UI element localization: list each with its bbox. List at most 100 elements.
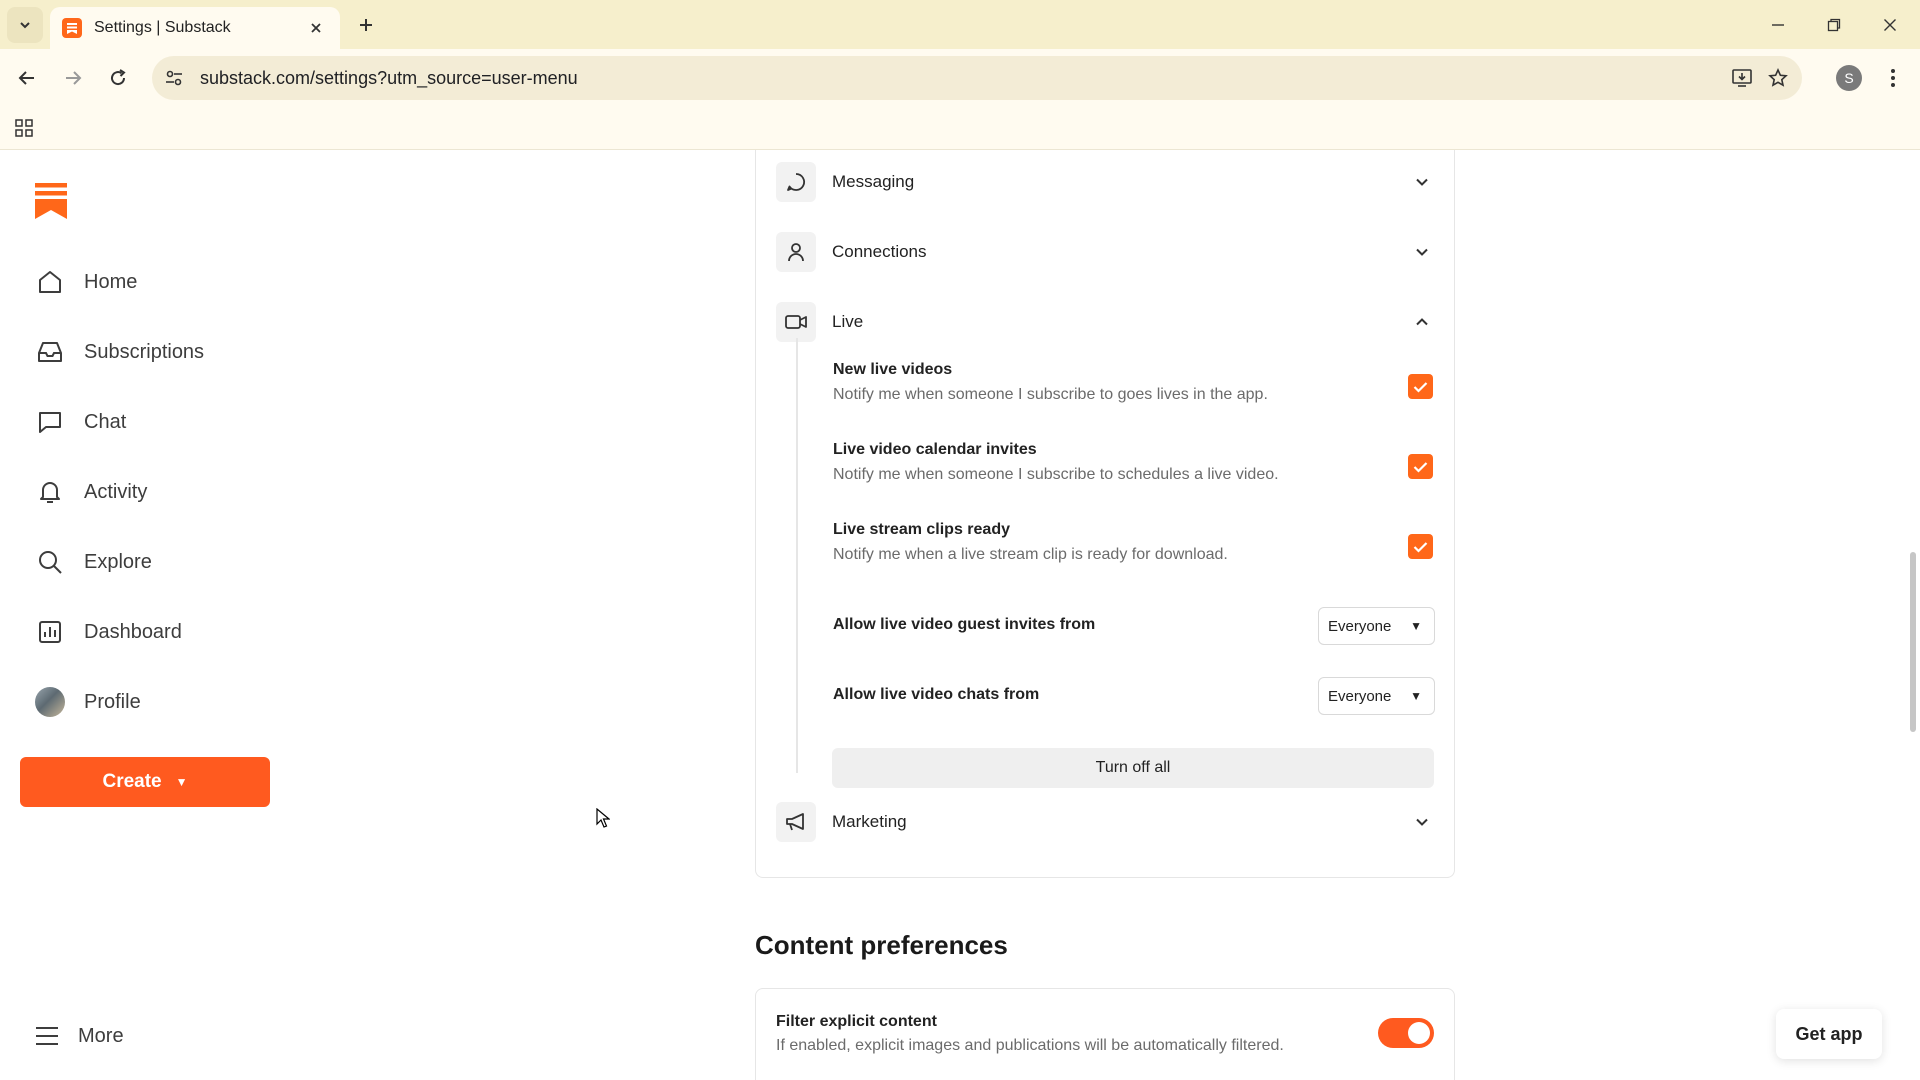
- arrow-right-icon: [66, 71, 82, 85]
- sidebar-item-label: Profile: [84, 690, 141, 713]
- chevron-down-icon: [1408, 808, 1436, 836]
- video-chats-label: Allow live video chats from: [833, 686, 1040, 703]
- sidebar: Home Subscriptions Chat Activity Explore…: [0, 150, 300, 1080]
- browser-toolbar: substack.com/settings?utm_source=user-me…: [0, 49, 1920, 106]
- megaphone-icon: [776, 802, 816, 842]
- content-preferences-heading: Content preferences: [755, 930, 1008, 960]
- checkmark-icon: [1413, 461, 1428, 473]
- create-button[interactable]: Create ▼: [20, 757, 270, 807]
- filter-explicit-title: Filter explicit content: [776, 1013, 937, 1030]
- option-title: New live videos: [833, 361, 953, 378]
- select-value: Everyone: [1328, 617, 1392, 635]
- checkbox-live-stream-clips-ready[interactable]: [1408, 534, 1433, 559]
- site-info-button[interactable]: [156, 60, 192, 96]
- tab-search-button[interactable]: [7, 7, 43, 43]
- option-live-stream-clips-ready: Live stream clips ready Notify me when a…: [833, 521, 1433, 564]
- install-app-button[interactable]: [1724, 60, 1760, 96]
- star-icon: [1768, 68, 1788, 87]
- option-title: Live stream clips ready: [833, 521, 1010, 538]
- apps-button[interactable]: [10, 114, 38, 142]
- section-label: Marketing: [832, 812, 907, 831]
- filter-explicit-toggle[interactable]: [1378, 1018, 1434, 1048]
- reload-icon: [111, 69, 126, 86]
- close-icon: [1884, 19, 1896, 31]
- option-live-video-calendar-invites: Live video calendar invites Notify me wh…: [833, 441, 1433, 484]
- sidebar-item-more[interactable]: More: [34, 1014, 124, 1058]
- forward-button[interactable]: [55, 60, 91, 96]
- option-description: Notify me when a live stream clip is rea…: [833, 546, 1228, 563]
- sidebar-item-home[interactable]: Home: [34, 260, 294, 304]
- section-messaging[interactable]: Messaging: [776, 158, 1436, 206]
- sidebar-item-explore[interactable]: Explore: [34, 540, 294, 584]
- sidebar-item-label: Dashboard: [84, 620, 182, 643]
- bell-icon: [34, 476, 66, 508]
- sidebar-item-profile[interactable]: Profile: [34, 680, 294, 724]
- apps-grid-icon: [15, 119, 33, 137]
- checkbox-live-video-calendar-invites[interactable]: [1408, 454, 1433, 479]
- sidebar-item-subscriptions[interactable]: Subscriptions: [34, 330, 294, 374]
- url-text[interactable]: substack.com/settings?utm_source=user-me…: [200, 68, 1724, 89]
- browser-tab-bar: Settings | Substack: [0, 0, 1920, 49]
- inbox-icon: [34, 336, 66, 368]
- bookmark-star-button[interactable]: [1760, 60, 1796, 96]
- bookmarks-bar: [0, 106, 1920, 150]
- get-app-button[interactable]: Get app: [1776, 1009, 1882, 1059]
- browser-tab-settings[interactable]: Settings | Substack: [50, 7, 340, 49]
- live-options-group-line: [796, 338, 798, 773]
- back-button[interactable]: [9, 60, 45, 96]
- toggle-knob: [1408, 1022, 1430, 1044]
- filter-explicit-description: If enabled, explicit images and publicat…: [776, 1037, 1284, 1054]
- restore-window-button[interactable]: [1814, 8, 1854, 42]
- minimize-window-button[interactable]: [1758, 8, 1798, 42]
- sidebar-item-label: Explore: [84, 550, 152, 573]
- browser-menu-button[interactable]: [1875, 60, 1911, 96]
- sidebar-item-label: Home: [84, 270, 138, 293]
- checkmark-icon: [1413, 381, 1428, 393]
- section-live[interactable]: Live: [776, 298, 1436, 346]
- option-new-live-videos: New live videos Notify me when someone I…: [833, 361, 1433, 404]
- substack-logo-icon: [35, 183, 67, 219]
- section-marketing[interactable]: Marketing: [776, 798, 1436, 846]
- search-icon: [34, 546, 66, 578]
- caret-down-icon: ▼: [175, 775, 188, 789]
- kebab-menu-icon: [1891, 69, 1895, 87]
- chevron-down-icon: [1408, 168, 1436, 196]
- chevron-up-icon: [1408, 308, 1436, 336]
- option-title: Live video calendar invites: [833, 441, 1037, 458]
- sidebar-item-label: Subscriptions: [84, 340, 205, 363]
- tab-close-button[interactable]: [304, 16, 328, 40]
- sidebar-item-activity[interactable]: Activity: [34, 470, 294, 514]
- create-button-label: Create: [102, 771, 162, 792]
- page-content: Home Subscriptions Chat Activity Explore…: [0, 150, 1920, 1080]
- checkbox-new-live-videos[interactable]: [1408, 374, 1433, 399]
- reload-button[interactable]: [100, 60, 136, 96]
- minimize-icon: [1772, 24, 1784, 26]
- address-bar[interactable]: substack.com/settings?utm_source=user-me…: [152, 56, 1802, 100]
- install-icon: [1732, 69, 1752, 87]
- restore-icon: [1827, 18, 1841, 32]
- section-label: Live: [832, 312, 864, 331]
- bar-chart-icon: [34, 616, 66, 648]
- select-value: Everyone: [1328, 687, 1392, 705]
- video-chats-select[interactable]: Everyone ▼: [1318, 677, 1435, 715]
- chevron-down-icon: [20, 22, 30, 29]
- home-icon: [34, 266, 66, 298]
- sidebar-item-label: Activity: [84, 480, 148, 503]
- option-description: Notify me when someone I subscribe to sc…: [833, 466, 1279, 483]
- close-window-button[interactable]: [1870, 8, 1910, 42]
- sidebar-item-chat[interactable]: Chat: [34, 400, 294, 444]
- plus-icon: [360, 19, 372, 31]
- arrow-left-icon: [18, 71, 34, 85]
- section-label: Connections: [832, 242, 927, 261]
- sidebar-item-dashboard[interactable]: Dashboard: [34, 610, 294, 654]
- message-icon: [776, 162, 816, 202]
- close-icon: [311, 23, 321, 33]
- guest-invites-select[interactable]: Everyone ▼: [1318, 607, 1435, 645]
- turn-off-all-button[interactable]: Turn off all: [832, 748, 1434, 788]
- browser-profile-avatar[interactable]: S: [1836, 65, 1862, 91]
- page-scrollbar[interactable]: [1906, 150, 1920, 1080]
- substack-logo[interactable]: [35, 183, 67, 224]
- scrollbar-thumb[interactable]: [1910, 552, 1916, 732]
- section-connections[interactable]: Connections: [776, 228, 1436, 276]
- new-tab-button[interactable]: [352, 11, 380, 39]
